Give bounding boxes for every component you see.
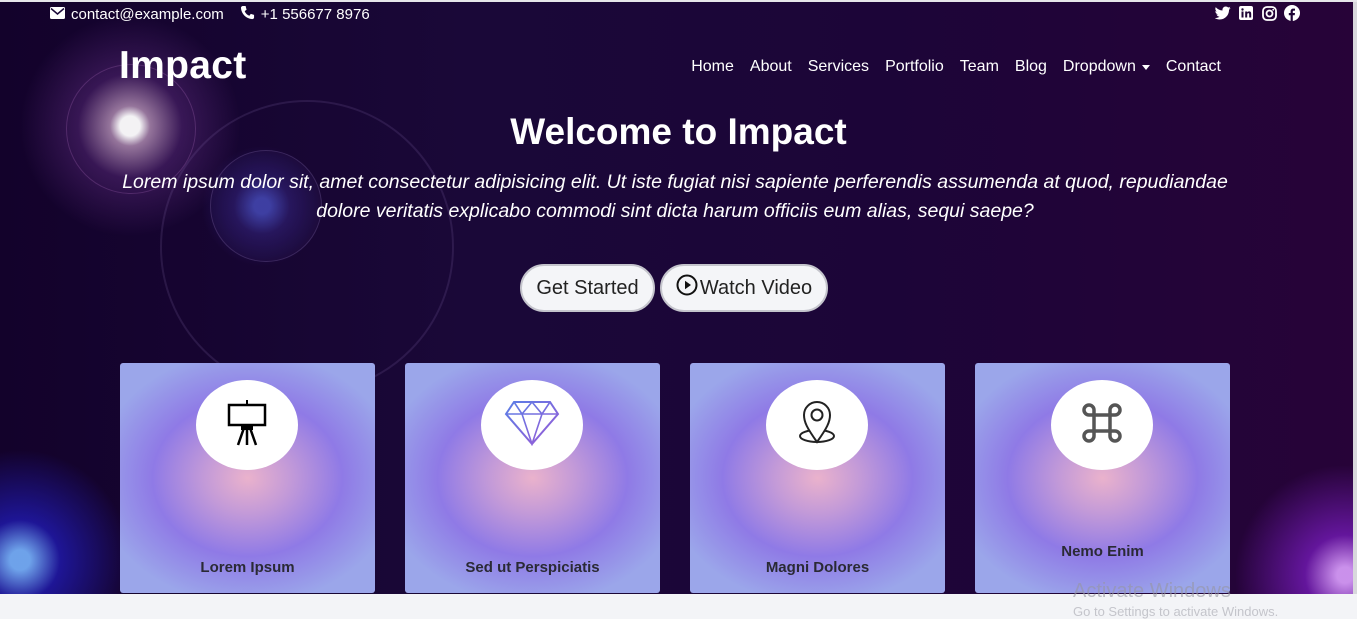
- nav-portfolio[interactable]: Portfolio: [885, 58, 944, 76]
- watch-video-label: Watch Video: [699, 276, 813, 299]
- nav-services[interactable]: Services: [808, 58, 869, 76]
- phone-icon: [240, 5, 255, 24]
- play-circle-icon: [676, 274, 698, 302]
- card-icon-circle: [1051, 380, 1153, 470]
- nav-home[interactable]: Home: [691, 58, 734, 76]
- contact-info-bar: contact@example.com +1 556677 8976: [50, 3, 370, 25]
- card-title: Lorem Ipsum: [200, 559, 295, 576]
- card-title: Sed ut Perspiciatis: [465, 559, 600, 576]
- facebook-icon[interactable]: [1284, 5, 1300, 21]
- feature-card[interactable]: Magni Dolores: [690, 363, 945, 593]
- map-pin-icon: [797, 400, 837, 451]
- feature-card[interactable]: Lorem Ipsum: [120, 363, 375, 593]
- card-icon-circle: [196, 380, 298, 470]
- nav-contact[interactable]: Contact: [1166, 58, 1221, 76]
- activation-watermark-sub: Go to Settings to activate Windows.: [1073, 604, 1279, 619]
- card-title: Nemo Enim: [1061, 543, 1144, 560]
- scrollbar-track[interactable]: [1353, 0, 1357, 594]
- caret-down-icon: [1141, 64, 1150, 70]
- phone-text: +1 556677 8976: [260, 5, 370, 23]
- nav-blog[interactable]: Blog: [1015, 58, 1047, 76]
- feature-card[interactable]: Sed ut Perspiciatis: [405, 363, 660, 593]
- twitter-icon[interactable]: [1215, 5, 1231, 21]
- hero-section: contact@example.com +1 556677 8976 Impac…: [0, 0, 1357, 594]
- main-nav: Home About Services Portfolio Team Blog …: [691, 58, 1221, 76]
- feature-card[interactable]: Nemo Enim: [975, 363, 1230, 593]
- activation-watermark: Activate Windows: [1073, 580, 1231, 602]
- envelope-icon: [50, 6, 65, 23]
- email-contact[interactable]: contact@example.com: [50, 6, 224, 23]
- linkedin-icon[interactable]: [1238, 5, 1254, 21]
- browser-edge: [0, 0, 1357, 2]
- social-links: [1215, 5, 1300, 21]
- phone-contact[interactable]: +1 556677 8976: [240, 5, 370, 24]
- diamond-icon: [504, 400, 560, 451]
- get-started-button[interactable]: Get Started: [520, 264, 655, 312]
- nav-about[interactable]: About: [750, 58, 792, 76]
- nav-dropdown[interactable]: Dropdown: [1063, 58, 1150, 76]
- easel-icon: [225, 399, 269, 452]
- card-icon-circle: [766, 380, 868, 470]
- email-text: contact@example.com: [71, 5, 224, 23]
- card-icon-circle: [481, 380, 583, 470]
- watch-video-button[interactable]: Watch Video: [660, 264, 828, 312]
- hero-lead-text: Lorem ipsum dolor sit, amet consectetur …: [122, 171, 1228, 222]
- card-title: Magni Dolores: [765, 559, 870, 576]
- hero-title: Welcome to Impact: [510, 111, 847, 152]
- site-logo[interactable]: Impact: [119, 44, 247, 88]
- command-icon: [1081, 402, 1123, 449]
- instagram-icon[interactable]: [1261, 5, 1277, 21]
- nav-dropdown-label: Dropdown: [1062, 58, 1136, 75]
- nav-team[interactable]: Team: [960, 58, 999, 76]
